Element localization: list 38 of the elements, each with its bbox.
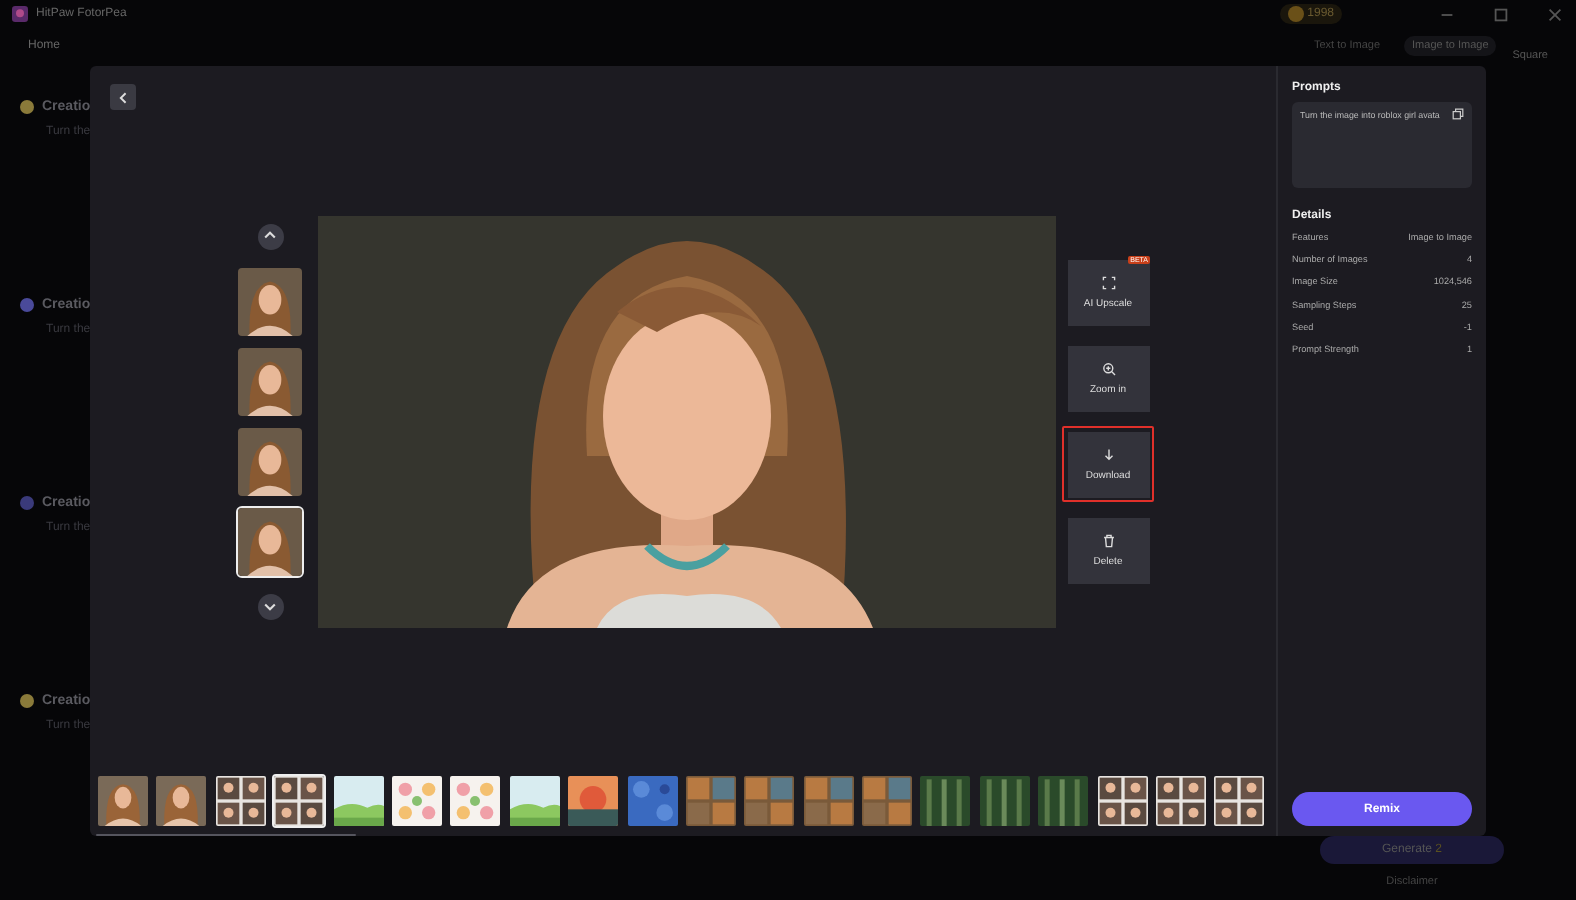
logo-icon [12, 6, 28, 22]
gallery-thumbnail[interactable] [1212, 773, 1267, 828]
scroll-up-button[interactable] [257, 223, 283, 250]
close-icon[interactable] [1546, 5, 1564, 23]
gallery-thumbnail[interactable] [1036, 773, 1091, 828]
gallery-thumbnail[interactable] [860, 773, 915, 828]
zoom-in-icon [1101, 361, 1115, 376]
gallery-thumbnail[interactable] [977, 773, 1032, 828]
gallery-thumbnail[interactable] [566, 773, 621, 828]
gallery-thumbnail[interactable] [96, 773, 150, 828]
gallery-thumbnail[interactable] [1095, 773, 1150, 828]
gallery-thumbnail[interactable] [918, 773, 973, 828]
gallery-thumbnail[interactable] [389, 773, 444, 828]
gallery-thumbnail[interactable] [801, 773, 856, 828]
gallery-thumbnail[interactable] [213, 773, 268, 828]
result-thumbnail[interactable] [236, 265, 304, 338]
gallery-thumbnail[interactable] [742, 773, 797, 828]
gallery-thumbnail[interactable] [683, 773, 738, 828]
result-thumbnail[interactable] [236, 505, 304, 578]
gallery-thumbnail[interactable] [507, 773, 562, 828]
scroll-down-button[interactable] [257, 593, 283, 620]
scrollbar[interactable] [96, 833, 356, 836]
chevron-down-icon [262, 598, 278, 615]
download-icon [1101, 447, 1115, 462]
gallery-thumbnail[interactable] [272, 773, 327, 828]
back-button[interactable] [110, 84, 136, 110]
gallery-thumbnail[interactable] [1154, 773, 1209, 828]
trash-icon [1101, 533, 1115, 548]
copy-icon[interactable] [1452, 108, 1464, 120]
gallery-thumbnail[interactable] [625, 773, 680, 828]
result-thumbnail[interactable] [236, 425, 304, 498]
result-thumbnail[interactable] [236, 345, 304, 418]
gallery-thumbnail[interactable] [331, 773, 386, 828]
chevron-left-icon [115, 89, 131, 105]
gallery-thumbnail[interactable] [154, 773, 209, 828]
gallery-thumbnail[interactable] [448, 773, 503, 828]
expand-icon [1101, 275, 1115, 290]
maximize-icon[interactable] [1492, 5, 1510, 23]
